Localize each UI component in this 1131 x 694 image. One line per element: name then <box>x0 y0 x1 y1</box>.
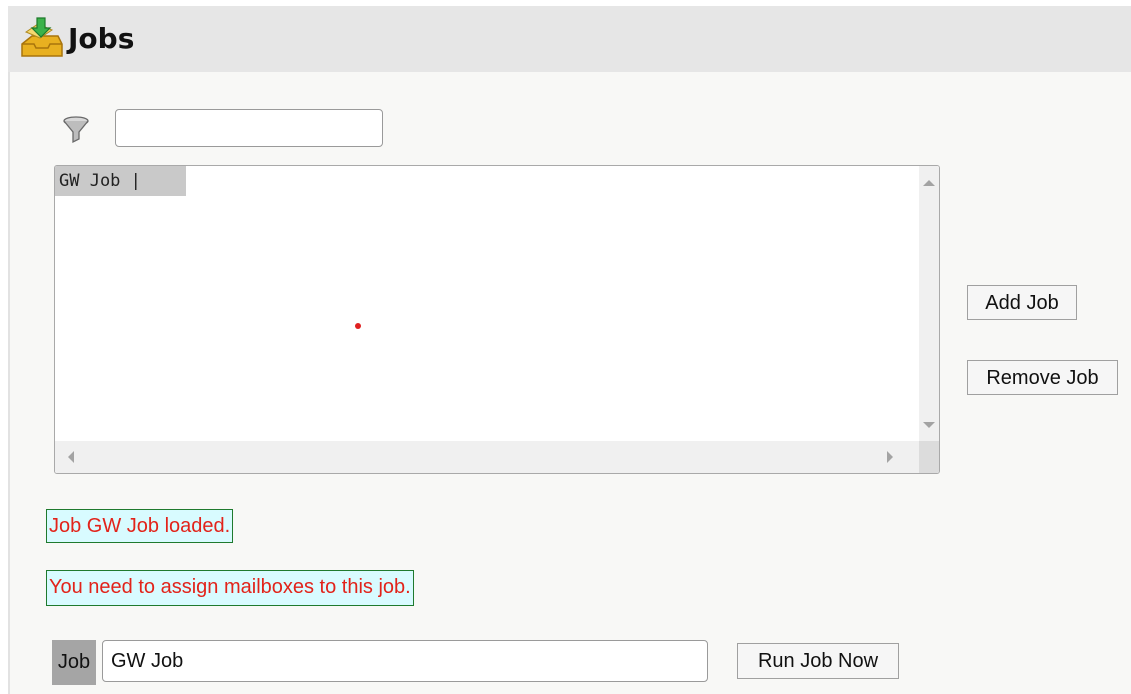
scroll-right-icon[interactable] <box>887 451 893 463</box>
funnel-icon <box>63 116 89 144</box>
scroll-up-icon[interactable] <box>923 180 935 186</box>
remove-job-button[interactable]: Remove Job <box>967 360 1118 395</box>
scroll-down-icon[interactable] <box>923 422 935 428</box>
job-name-input[interactable] <box>102 640 708 682</box>
vertical-scrollbar[interactable] <box>919 166 939 442</box>
job-list-item[interactable]: GW Job | <box>55 166 186 196</box>
assign-mailboxes-warning: You need to assign mailboxes to this job… <box>46 570 414 606</box>
job-field-label: Job <box>52 640 96 685</box>
job-listbox[interactable]: GW Job | <box>54 165 940 474</box>
scrollbar-corner <box>919 441 939 473</box>
jobs-inbox-icon <box>21 17 63 57</box>
horizontal-scrollbar[interactable] <box>55 441 920 473</box>
run-job-now-button[interactable]: Run Job Now <box>737 643 899 679</box>
scroll-left-icon[interactable] <box>68 451 74 463</box>
job-loaded-message: Job GW Job loaded. <box>46 509 234 543</box>
page-title: Jobs <box>68 22 135 55</box>
marker-dot <box>355 323 361 329</box>
filter-input[interactable] <box>115 109 383 147</box>
title-bar: Jobs <box>8 6 1131 72</box>
add-job-button[interactable]: Add Job <box>967 285 1077 320</box>
